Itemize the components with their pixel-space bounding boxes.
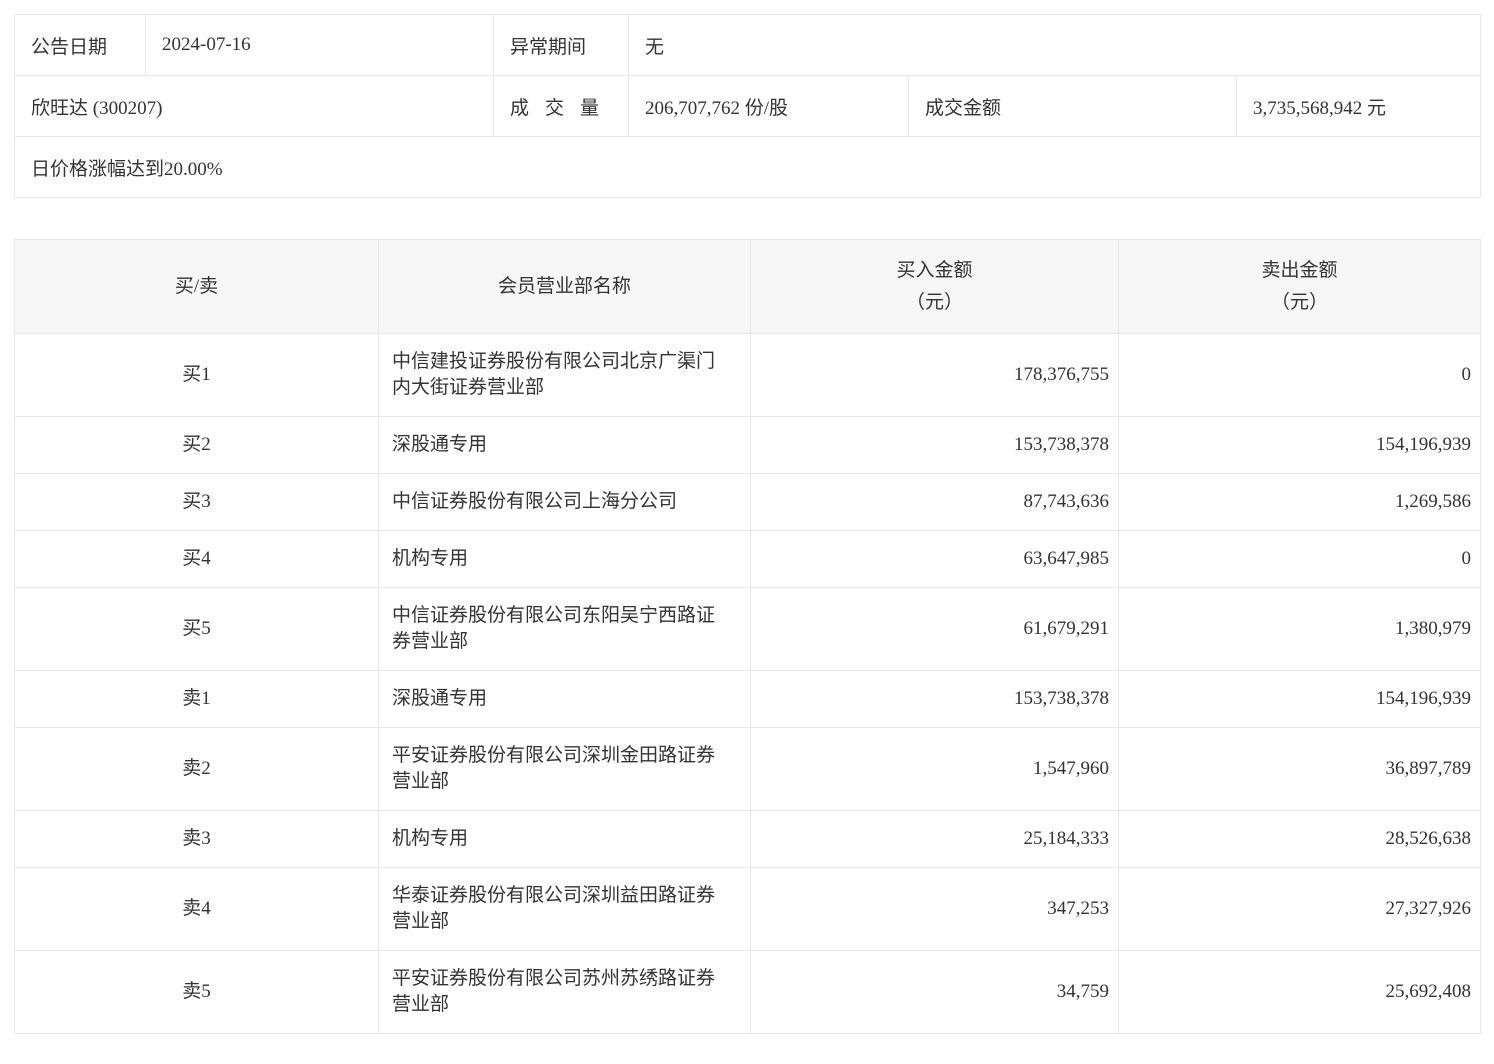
branch-cell: 中信证券股份有限公司东阳吴宁西路证券营业部 — [378, 587, 751, 671]
buy-amount-cell: 25,184,333 — [750, 810, 1119, 868]
table-row: 买5 中信证券股份有限公司东阳吴宁西路证券营业部 61,679,291 1,38… — [14, 587, 1481, 671]
branch-cell: 华泰证券股份有限公司深圳益田路证券营业部 — [378, 867, 751, 951]
table-row: 买1 中信建投证券股份有限公司北京广渠门内大街证券营业部 178,376,755… — [14, 333, 1481, 417]
summary-table: 公告日期 2024-07-16 异常期间 无 欣旺达 (300207) 成交量 … — [13, 14, 1482, 198]
side-cell: 买2 — [14, 416, 379, 474]
branch-cell: 机构专用 — [378, 810, 751, 868]
header-sell-line1: 卖出金额 — [1261, 259, 1338, 281]
sell-amount-cell: 25,692,408 — [1118, 950, 1481, 1034]
stock-name: 欣旺达 (300207) — [14, 75, 494, 137]
side-cell: 卖3 — [14, 810, 379, 868]
table-row: 卖3 机构专用 25,184,333 28,526,638 — [14, 810, 1481, 868]
header-side: 买/卖 — [14, 239, 379, 334]
announce-date-label: 公告日期 — [14, 14, 146, 76]
branch-cell: 深股通专用 — [378, 416, 751, 474]
broker-table: 买/卖 会员营业部名称 买入金额 （元） 卖出金额 （元） 买1 中信建投证券股… — [14, 239, 1481, 1034]
buy-amount-cell: 153,738,378 — [750, 416, 1119, 474]
buy-amount-cell: 153,738,378 — [750, 670, 1119, 728]
turnover-label: 成交金额 — [908, 75, 1237, 137]
side-cell: 卖5 — [14, 950, 379, 1034]
price-change-note: 日价格涨幅达到20.00% — [13, 136, 1482, 198]
table-row: 买4 机构专用 63,647,985 0 — [14, 530, 1481, 588]
buy-amount-cell: 178,376,755 — [750, 333, 1119, 417]
abnormal-period-value: 无 — [627, 14, 1482, 76]
header-branch: 会员营业部名称 — [378, 239, 751, 334]
broker-table-header: 买/卖 会员营业部名称 买入金额 （元） 卖出金额 （元） — [14, 239, 1481, 334]
sell-amount-cell: 28,526,638 — [1118, 810, 1481, 868]
table-row: 卖4 华泰证券股份有限公司深圳益田路证券营业部 347,253 27,327,9… — [14, 867, 1481, 951]
side-cell: 买3 — [14, 473, 379, 531]
abnormal-period-label: 异常期间 — [493, 14, 629, 76]
side-cell: 买1 — [14, 333, 379, 417]
buy-amount-cell: 347,253 — [750, 867, 1119, 951]
branch-cell: 平安证券股份有限公司苏州苏绣路证券营业部 — [378, 950, 751, 1034]
sell-amount-cell: 154,196,939 — [1118, 670, 1481, 728]
sell-amount-cell: 1,380,979 — [1118, 587, 1481, 671]
branch-cell: 平安证券股份有限公司深圳金田路证券营业部 — [378, 727, 751, 811]
table-row: 买3 中信证券股份有限公司上海分公司 87,743,636 1,269,586 — [14, 473, 1481, 531]
side-cell: 卖1 — [14, 670, 379, 728]
buy-amount-cell: 87,743,636 — [750, 473, 1119, 531]
sell-amount-cell: 36,897,789 — [1118, 727, 1481, 811]
branch-cell: 机构专用 — [378, 530, 751, 588]
sell-amount-cell: 0 — [1118, 333, 1481, 417]
header-buy: 买入金额 （元） — [750, 239, 1119, 334]
volume-label: 成交量 — [493, 75, 629, 137]
announce-date-value: 2024-07-16 — [145, 14, 494, 76]
header-buy-line1: 买入金额 — [896, 259, 973, 281]
side-cell: 卖2 — [14, 727, 379, 811]
sell-amount-cell: 154,196,939 — [1118, 416, 1481, 474]
branch-cell: 深股通专用 — [378, 670, 751, 728]
side-cell: 买4 — [14, 530, 379, 588]
branch-cell: 中信证券股份有限公司上海分公司 — [378, 473, 751, 531]
sell-amount-cell: 0 — [1118, 530, 1481, 588]
table-row: 卖2 平安证券股份有限公司深圳金田路证券营业部 1,547,960 36,897… — [14, 727, 1481, 811]
table-row: 卖5 平安证券股份有限公司苏州苏绣路证券营业部 34,759 25,692,40… — [14, 950, 1481, 1034]
sell-amount-cell: 27,327,926 — [1118, 867, 1481, 951]
buy-amount-cell: 34,759 — [750, 950, 1119, 1034]
summary-row-3: 日价格涨幅达到20.00% — [13, 136, 1482, 198]
side-cell: 卖4 — [14, 867, 379, 951]
turnover-value: 3,735,568,942 元 — [1235, 75, 1482, 137]
sell-amount-cell: 1,269,586 — [1118, 473, 1481, 531]
table-row: 买2 深股通专用 153,738,378 154,196,939 — [14, 416, 1481, 474]
buy-amount-cell: 61,679,291 — [750, 587, 1119, 671]
buy-amount-cell: 63,647,985 — [750, 530, 1119, 588]
volume-value: 206,707,762 份/股 — [628, 75, 909, 137]
summary-row-2: 欣旺达 (300207) 成交量 206,707,762 份/股 成交金额 3,… — [14, 75, 1482, 137]
branch-cell: 中信建投证券股份有限公司北京广渠门内大街证券营业部 — [378, 333, 751, 417]
page: 公告日期 2024-07-16 异常期间 无 欣旺达 (300207) 成交量 … — [0, 0, 1494, 1050]
summary-row-1: 公告日期 2024-07-16 异常期间 无 — [14, 14, 1482, 76]
header-sell-line2: （元） — [1270, 291, 1328, 313]
side-cell: 买5 — [14, 587, 379, 671]
table-row: 卖1 深股通专用 153,738,378 154,196,939 — [14, 670, 1481, 728]
header-buy-line2: （元） — [905, 291, 963, 313]
header-sell: 卖出金额 （元） — [1118, 239, 1481, 334]
buy-amount-cell: 1,547,960 — [750, 727, 1119, 811]
